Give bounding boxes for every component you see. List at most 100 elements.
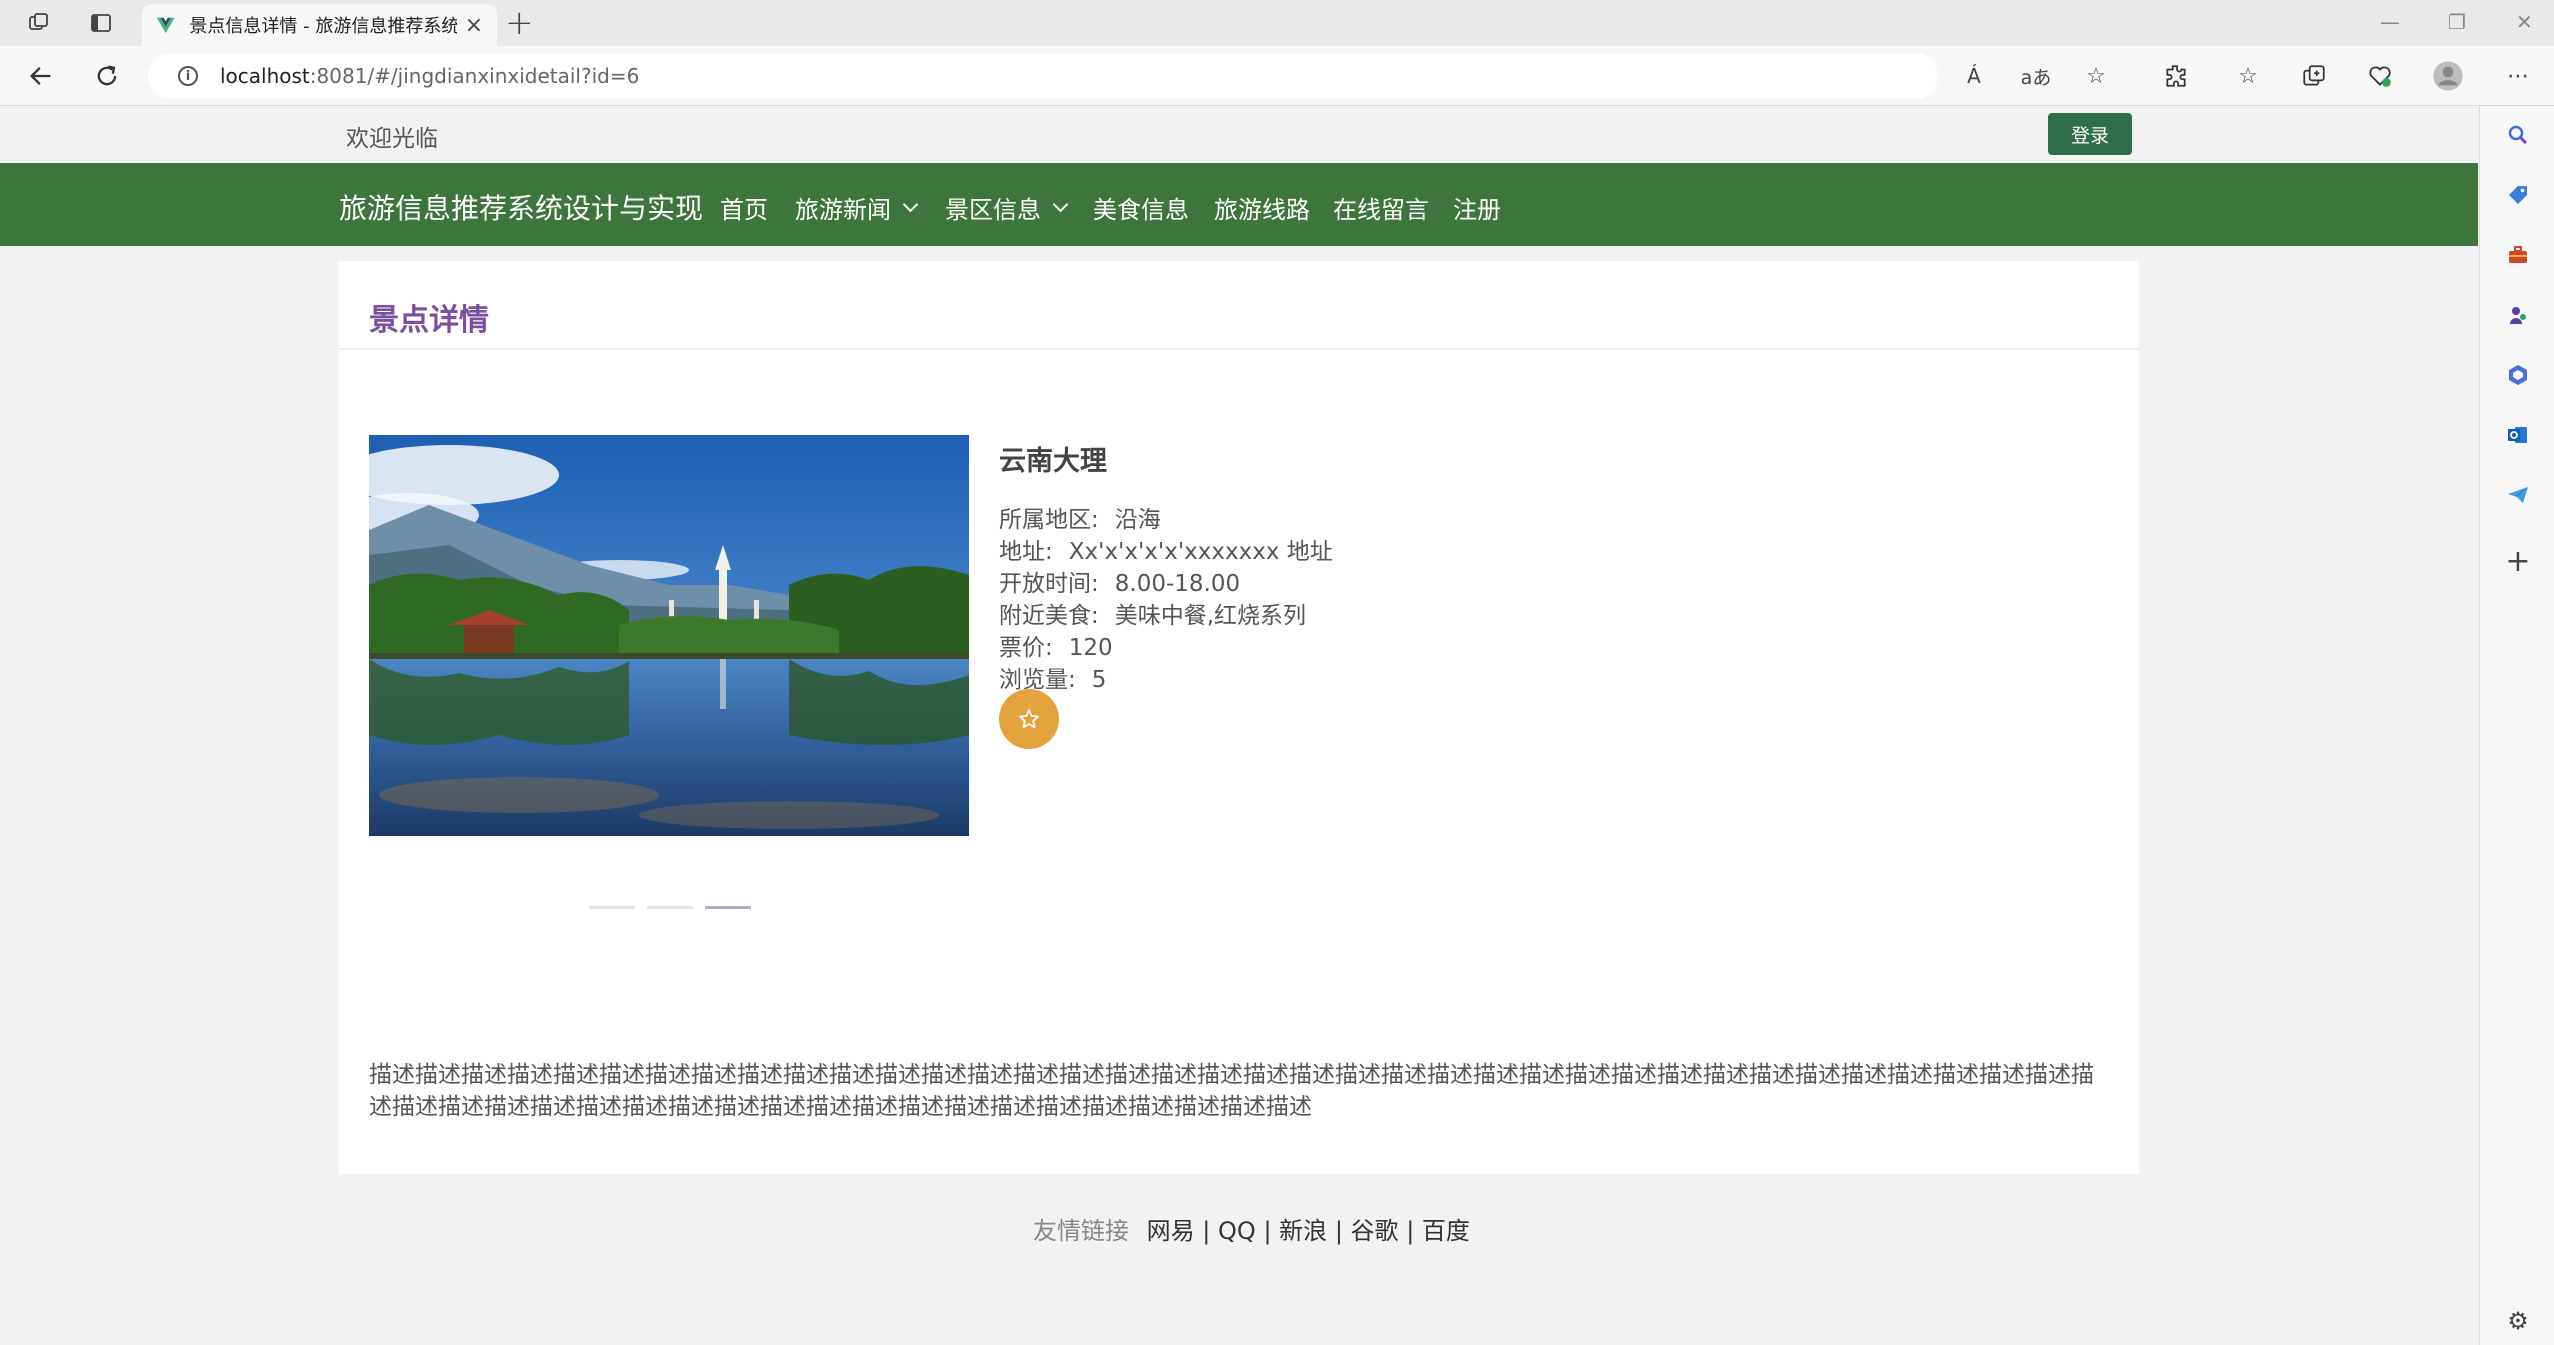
- site-info-icon[interactable]: i: [178, 66, 198, 86]
- detail-card: 景点详情 云南大理 所属地区: 沿海 地址: Xx'x'x'x'x'xxxxxx…: [339, 261, 2139, 1174]
- favorite-button[interactable]: [999, 689, 1059, 749]
- browser-essentials-icon[interactable]: [2364, 60, 2396, 92]
- nav-travel-news-label: 旅游新闻: [795, 196, 891, 224]
- nav-register[interactable]: 注册: [1453, 190, 1501, 225]
- microsoft365-icon[interactable]: [2503, 360, 2533, 390]
- nav-travel-routes[interactable]: 旅游线路: [1214, 190, 1310, 225]
- field-ticket-price: 票价: 120: [999, 632, 1333, 664]
- field-value: 5: [1091, 667, 1107, 693]
- tab-close-icon[interactable]: ×: [465, 13, 483, 38]
- field-label: 浏览量:: [999, 667, 1076, 693]
- nav-scenic-info-label: 景区信息: [945, 196, 1041, 224]
- title-divider: [339, 348, 2139, 350]
- field-value: 120: [1068, 635, 1113, 661]
- section-title: 景点详情: [369, 303, 489, 338]
- field-view-count: 浏览量: 5: [999, 664, 1333, 696]
- field-value: 美味中餐,红烧系列: [1114, 603, 1307, 629]
- refresh-icon[interactable]: [90, 59, 124, 93]
- field-value: Xx'x'x'x'x'xxxxxxx 地址: [1068, 539, 1333, 565]
- back-icon[interactable]: [24, 59, 58, 93]
- login-button[interactable]: 登录: [2048, 113, 2132, 155]
- nav-scenic-info[interactable]: 景区信息: [945, 190, 1069, 225]
- field-value: 沿海: [1114, 507, 1161, 533]
- more-menu-icon[interactable]: ⋯: [2502, 60, 2534, 92]
- nav-home-label: 首页: [720, 196, 768, 224]
- friend-links-label: 友情链接: [1033, 1217, 1129, 1245]
- minimize-icon[interactable]: —: [2380, 10, 2400, 34]
- footer-link-qq[interactable]: QQ: [1218, 1217, 1256, 1245]
- games-icon[interactable]: [2503, 300, 2533, 330]
- footer-link-netease[interactable]: 网易: [1147, 1217, 1195, 1245]
- site-brand[interactable]: 旅游信息推荐系统设计与实现: [339, 187, 703, 227]
- add-sidebar-app-icon[interactable]: +: [2503, 544, 2533, 579]
- star-icon: [1019, 709, 1039, 729]
- top-welcome-bar: 欢迎光临 登录: [0, 107, 2478, 163]
- nav-register-label: 注册: [1453, 196, 1501, 224]
- field-address: 地址: Xx'x'x'x'x'xxxxxxx 地址: [999, 536, 1333, 568]
- url-host: localhost: [220, 64, 310, 88]
- address-toolbar: i localhost:8081/#/jingdianxinxidetail?i…: [0, 46, 2554, 106]
- field-label: 开放时间:: [999, 571, 1099, 597]
- nav-travel-routes-label: 旅游线路: [1214, 196, 1310, 224]
- close-window-icon[interactable]: ✕: [2516, 10, 2533, 34]
- field-label: 地址:: [999, 539, 1053, 565]
- field-open-hours: 开放时间: 8.00-18.00: [999, 568, 1333, 600]
- nav-travel-news[interactable]: 旅游新闻: [795, 190, 919, 225]
- nav-food-info-label: 美食信息: [1093, 196, 1189, 224]
- tab-title: 景点信息详情 - 旅游信息推荐系统设计与实现: [189, 16, 457, 37]
- field-value: 8.00-18.00: [1114, 571, 1241, 597]
- tools-toolbox-icon[interactable]: [2503, 240, 2533, 270]
- nav-online-message[interactable]: 在线留言: [1333, 190, 1429, 225]
- field-region: 所属地区: 沿海: [999, 504, 1333, 536]
- welcome-text: 欢迎光临: [346, 126, 438, 152]
- active-tab[interactable]: 景点信息详情 - 旅游信息推荐系统设计与实现 ×: [142, 4, 497, 46]
- favorites-icon[interactable]: ☆: [2232, 60, 2264, 92]
- nav-online-message-label: 在线留言: [1333, 196, 1429, 224]
- scenic-name: 云南大理: [999, 446, 1107, 477]
- link-separator: |: [1334, 1217, 1343, 1245]
- sidebar-settings-gear-icon[interactable]: ⚙: [2503, 1306, 2533, 1336]
- field-label: 附近美食:: [999, 603, 1099, 629]
- scenic-photo-carousel[interactable]: [369, 435, 969, 836]
- tab-actions-icon[interactable]: [86, 8, 116, 38]
- url-field[interactable]: i localhost:8081/#/jingdianxinxidetail?i…: [148, 53, 1938, 99]
- read-aloud-icon[interactable]: Á: [1958, 60, 1990, 92]
- chevron-down-icon: [902, 196, 919, 213]
- field-label: 票价:: [999, 635, 1053, 661]
- new-tab-icon[interactable]: +: [505, 6, 534, 40]
- shopping-tag-icon[interactable]: [2503, 180, 2533, 210]
- main-navbar: 旅游信息推荐系统设计与实现 首页 旅游新闻 景区信息 美食信息 旅游线路 在线留…: [0, 163, 2478, 246]
- collections-icon[interactable]: [2298, 60, 2330, 92]
- carousel-dot-active[interactable]: [705, 906, 751, 909]
- link-separator: |: [1406, 1217, 1415, 1245]
- scenic-info: 云南大理 所属地区: 沿海 地址: Xx'x'x'x'x'xxxxxxx 地址 开放…: [999, 439, 1333, 696]
- workspaces-icon[interactable]: [24, 8, 54, 38]
- translate-icon[interactable]: aあ: [2020, 60, 2052, 92]
- footer-link-baidu[interactable]: 百度: [1422, 1217, 1470, 1245]
- extensions-icon[interactable]: [2160, 60, 2192, 92]
- nav-home[interactable]: 首页: [720, 190, 768, 225]
- scenic-description: 描述描述描述描述描述描述描述描述描述描述描述描述描述描述描述描述描述描述描述描述…: [369, 1062, 2094, 1120]
- browser-tab-bar: 景点信息详情 - 旅游信息推荐系统设计与实现 × + — ❐ ✕: [0, 0, 2554, 46]
- url-path: :8081/#/jingdianxinxidetail?id=6: [309, 64, 640, 88]
- favorite-star-icon[interactable]: ☆: [2080, 60, 2112, 92]
- profile-avatar-icon[interactable]: [2432, 60, 2464, 92]
- field-label: 所属地区:: [999, 507, 1099, 533]
- telegram-send-icon[interactable]: [2503, 480, 2533, 510]
- carousel-dot[interactable]: [589, 906, 635, 909]
- edge-sidebar: + ⚙: [2479, 106, 2554, 1345]
- vue-logo-icon: [156, 17, 175, 34]
- outlook-icon[interactable]: [2503, 420, 2533, 450]
- footer-link-google[interactable]: 谷歌: [1351, 1217, 1399, 1245]
- carousel-indicators: [589, 906, 751, 909]
- scenic-photo: [369, 435, 969, 836]
- link-separator: |: [1263, 1217, 1272, 1245]
- restore-icon[interactable]: ❐: [2448, 10, 2466, 34]
- link-separator: |: [1202, 1217, 1211, 1245]
- carousel-dot[interactable]: [647, 906, 693, 909]
- nav-food-info[interactable]: 美食信息: [1093, 190, 1189, 225]
- field-nearby-food: 附近美食: 美味中餐,红烧系列: [999, 600, 1333, 632]
- chevron-down-icon: [1052, 196, 1069, 213]
- search-icon[interactable]: [2503, 120, 2533, 150]
- footer-link-sina[interactable]: 新浪: [1279, 1217, 1327, 1245]
